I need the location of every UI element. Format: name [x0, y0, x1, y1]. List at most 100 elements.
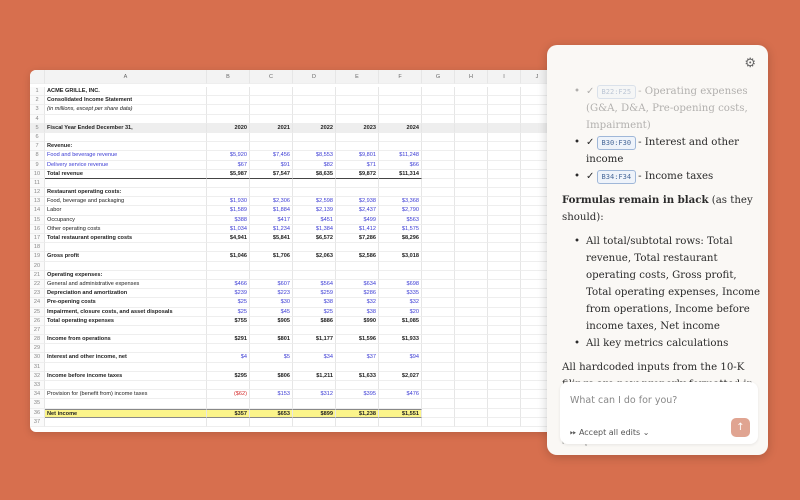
- cell-value[interactable]: $3,368: [379, 197, 422, 207]
- cell-value[interactable]: [250, 362, 293, 372]
- row-number[interactable]: 8: [30, 151, 45, 161]
- cell-empty[interactable]: [455, 188, 488, 198]
- cell-value[interactable]: 2024: [379, 123, 422, 133]
- row-number[interactable]: 24: [30, 298, 45, 308]
- cell-empty[interactable]: [422, 188, 455, 198]
- cell-label[interactable]: [45, 417, 207, 427]
- cell-label[interactable]: Labor: [45, 206, 207, 216]
- cell-value[interactable]: $1,633: [336, 371, 379, 381]
- cell-value[interactable]: $32: [379, 298, 422, 308]
- cell-empty[interactable]: [422, 87, 455, 97]
- cell-empty[interactable]: [455, 123, 488, 133]
- cell-value[interactable]: [336, 96, 379, 106]
- cell-value[interactable]: [379, 261, 422, 271]
- cell-empty[interactable]: [422, 252, 455, 262]
- cell-value[interactable]: $388: [207, 215, 250, 225]
- cell-empty[interactable]: [488, 362, 521, 372]
- cell-empty[interactable]: [488, 142, 521, 152]
- row-number[interactable]: 34: [30, 390, 45, 400]
- cell-value[interactable]: $698: [379, 279, 422, 290]
- cell-label[interactable]: Occupancy: [45, 215, 207, 225]
- cell-label[interactable]: Interest and other income, net: [45, 353, 207, 363]
- cell-empty[interactable]: [488, 307, 521, 317]
- cell-value[interactable]: $11,314: [379, 169, 422, 179]
- cell-empty[interactable]: [422, 206, 455, 216]
- cell-value[interactable]: [379, 114, 422, 124]
- cell-value[interactable]: $7,547: [250, 169, 293, 179]
- cell-value[interactable]: $8,553: [293, 151, 336, 161]
- row-number[interactable]: 20: [30, 261, 45, 271]
- row-number[interactable]: 29: [30, 344, 45, 354]
- cell-label[interactable]: Revenue:: [45, 142, 207, 152]
- cell-empty[interactable]: [488, 197, 521, 207]
- cell-value[interactable]: $653: [250, 408, 293, 418]
- cell-value[interactable]: [207, 132, 250, 143]
- row-number[interactable]: 14: [30, 206, 45, 216]
- cell-empty[interactable]: [422, 279, 455, 290]
- cell-value[interactable]: [293, 362, 336, 372]
- cell-label[interactable]: [45, 243, 207, 253]
- cell-value[interactable]: $3,018: [379, 252, 422, 262]
- cell-empty[interactable]: [455, 362, 488, 372]
- row-number[interactable]: 18: [30, 243, 45, 253]
- cell-value[interactable]: $25: [207, 298, 250, 308]
- cell-value[interactable]: [336, 142, 379, 152]
- cell-value[interactable]: $1,238: [336, 408, 379, 418]
- cell-value[interactable]: [293, 261, 336, 271]
- cell-empty[interactable]: [488, 224, 521, 234]
- cell-value[interactable]: $417: [250, 215, 293, 225]
- cell-empty[interactable]: [422, 270, 455, 280]
- cell-value[interactable]: [250, 243, 293, 253]
- cell-value[interactable]: $499: [336, 215, 379, 225]
- cell-value[interactable]: $905: [250, 316, 293, 326]
- cell-empty[interactable]: [422, 96, 455, 106]
- cell-value[interactable]: $45: [250, 307, 293, 317]
- row-number[interactable]: 35: [30, 399, 45, 409]
- cell-value[interactable]: $7,456: [250, 151, 293, 161]
- cell-value[interactable]: $38: [336, 307, 379, 317]
- cell-value[interactable]: $82: [293, 160, 336, 170]
- cell-value[interactable]: [336, 344, 379, 354]
- column-header-C[interactable]: C: [250, 70, 293, 84]
- cell-value[interactable]: $9,872: [336, 169, 379, 179]
- row-number[interactable]: 33: [30, 381, 45, 391]
- cell-value[interactable]: $2,790: [379, 206, 422, 216]
- cell-label[interactable]: [45, 114, 207, 124]
- cell-value[interactable]: $67: [207, 160, 250, 170]
- cell-value[interactable]: [207, 381, 250, 391]
- cell-empty[interactable]: [455, 381, 488, 391]
- cell-value[interactable]: [336, 243, 379, 253]
- row-number[interactable]: 2: [30, 96, 45, 106]
- cell-value[interactable]: [293, 417, 336, 427]
- cell-value[interactable]: $11,248: [379, 151, 422, 161]
- cell-value[interactable]: $153: [250, 390, 293, 400]
- cell-empty[interactable]: [422, 344, 455, 354]
- cell-value[interactable]: $1,884: [250, 206, 293, 216]
- row-number[interactable]: 16: [30, 224, 45, 234]
- row-number[interactable]: 13: [30, 197, 45, 207]
- cell-empty[interactable]: [455, 252, 488, 262]
- cell-empty[interactable]: [422, 234, 455, 244]
- row-number[interactable]: 4: [30, 114, 45, 124]
- cell-value[interactable]: $239: [207, 289, 250, 299]
- cell-value[interactable]: $2,139: [293, 206, 336, 216]
- cell-label[interactable]: Income before income taxes: [45, 371, 207, 381]
- cell-value[interactable]: [250, 381, 293, 391]
- cell-value[interactable]: $1,575: [379, 224, 422, 234]
- cell-empty[interactable]: [455, 151, 488, 161]
- cell-empty[interactable]: [488, 325, 521, 336]
- cell-empty[interactable]: [422, 215, 455, 225]
- cell-value[interactable]: $2,306: [250, 197, 293, 207]
- cell-empty[interactable]: [422, 261, 455, 271]
- cell-empty[interactable]: [488, 96, 521, 106]
- cell-value[interactable]: [250, 344, 293, 354]
- cell-value[interactable]: [293, 96, 336, 106]
- cell-empty[interactable]: [455, 105, 488, 115]
- cell-empty[interactable]: [488, 160, 521, 170]
- cell-empty[interactable]: [455, 87, 488, 97]
- cell-value[interactable]: $2,938: [336, 197, 379, 207]
- cell-value[interactable]: [250, 105, 293, 115]
- cell-value[interactable]: [379, 188, 422, 198]
- cell-empty[interactable]: [422, 123, 455, 133]
- cell-value[interactable]: [379, 417, 422, 427]
